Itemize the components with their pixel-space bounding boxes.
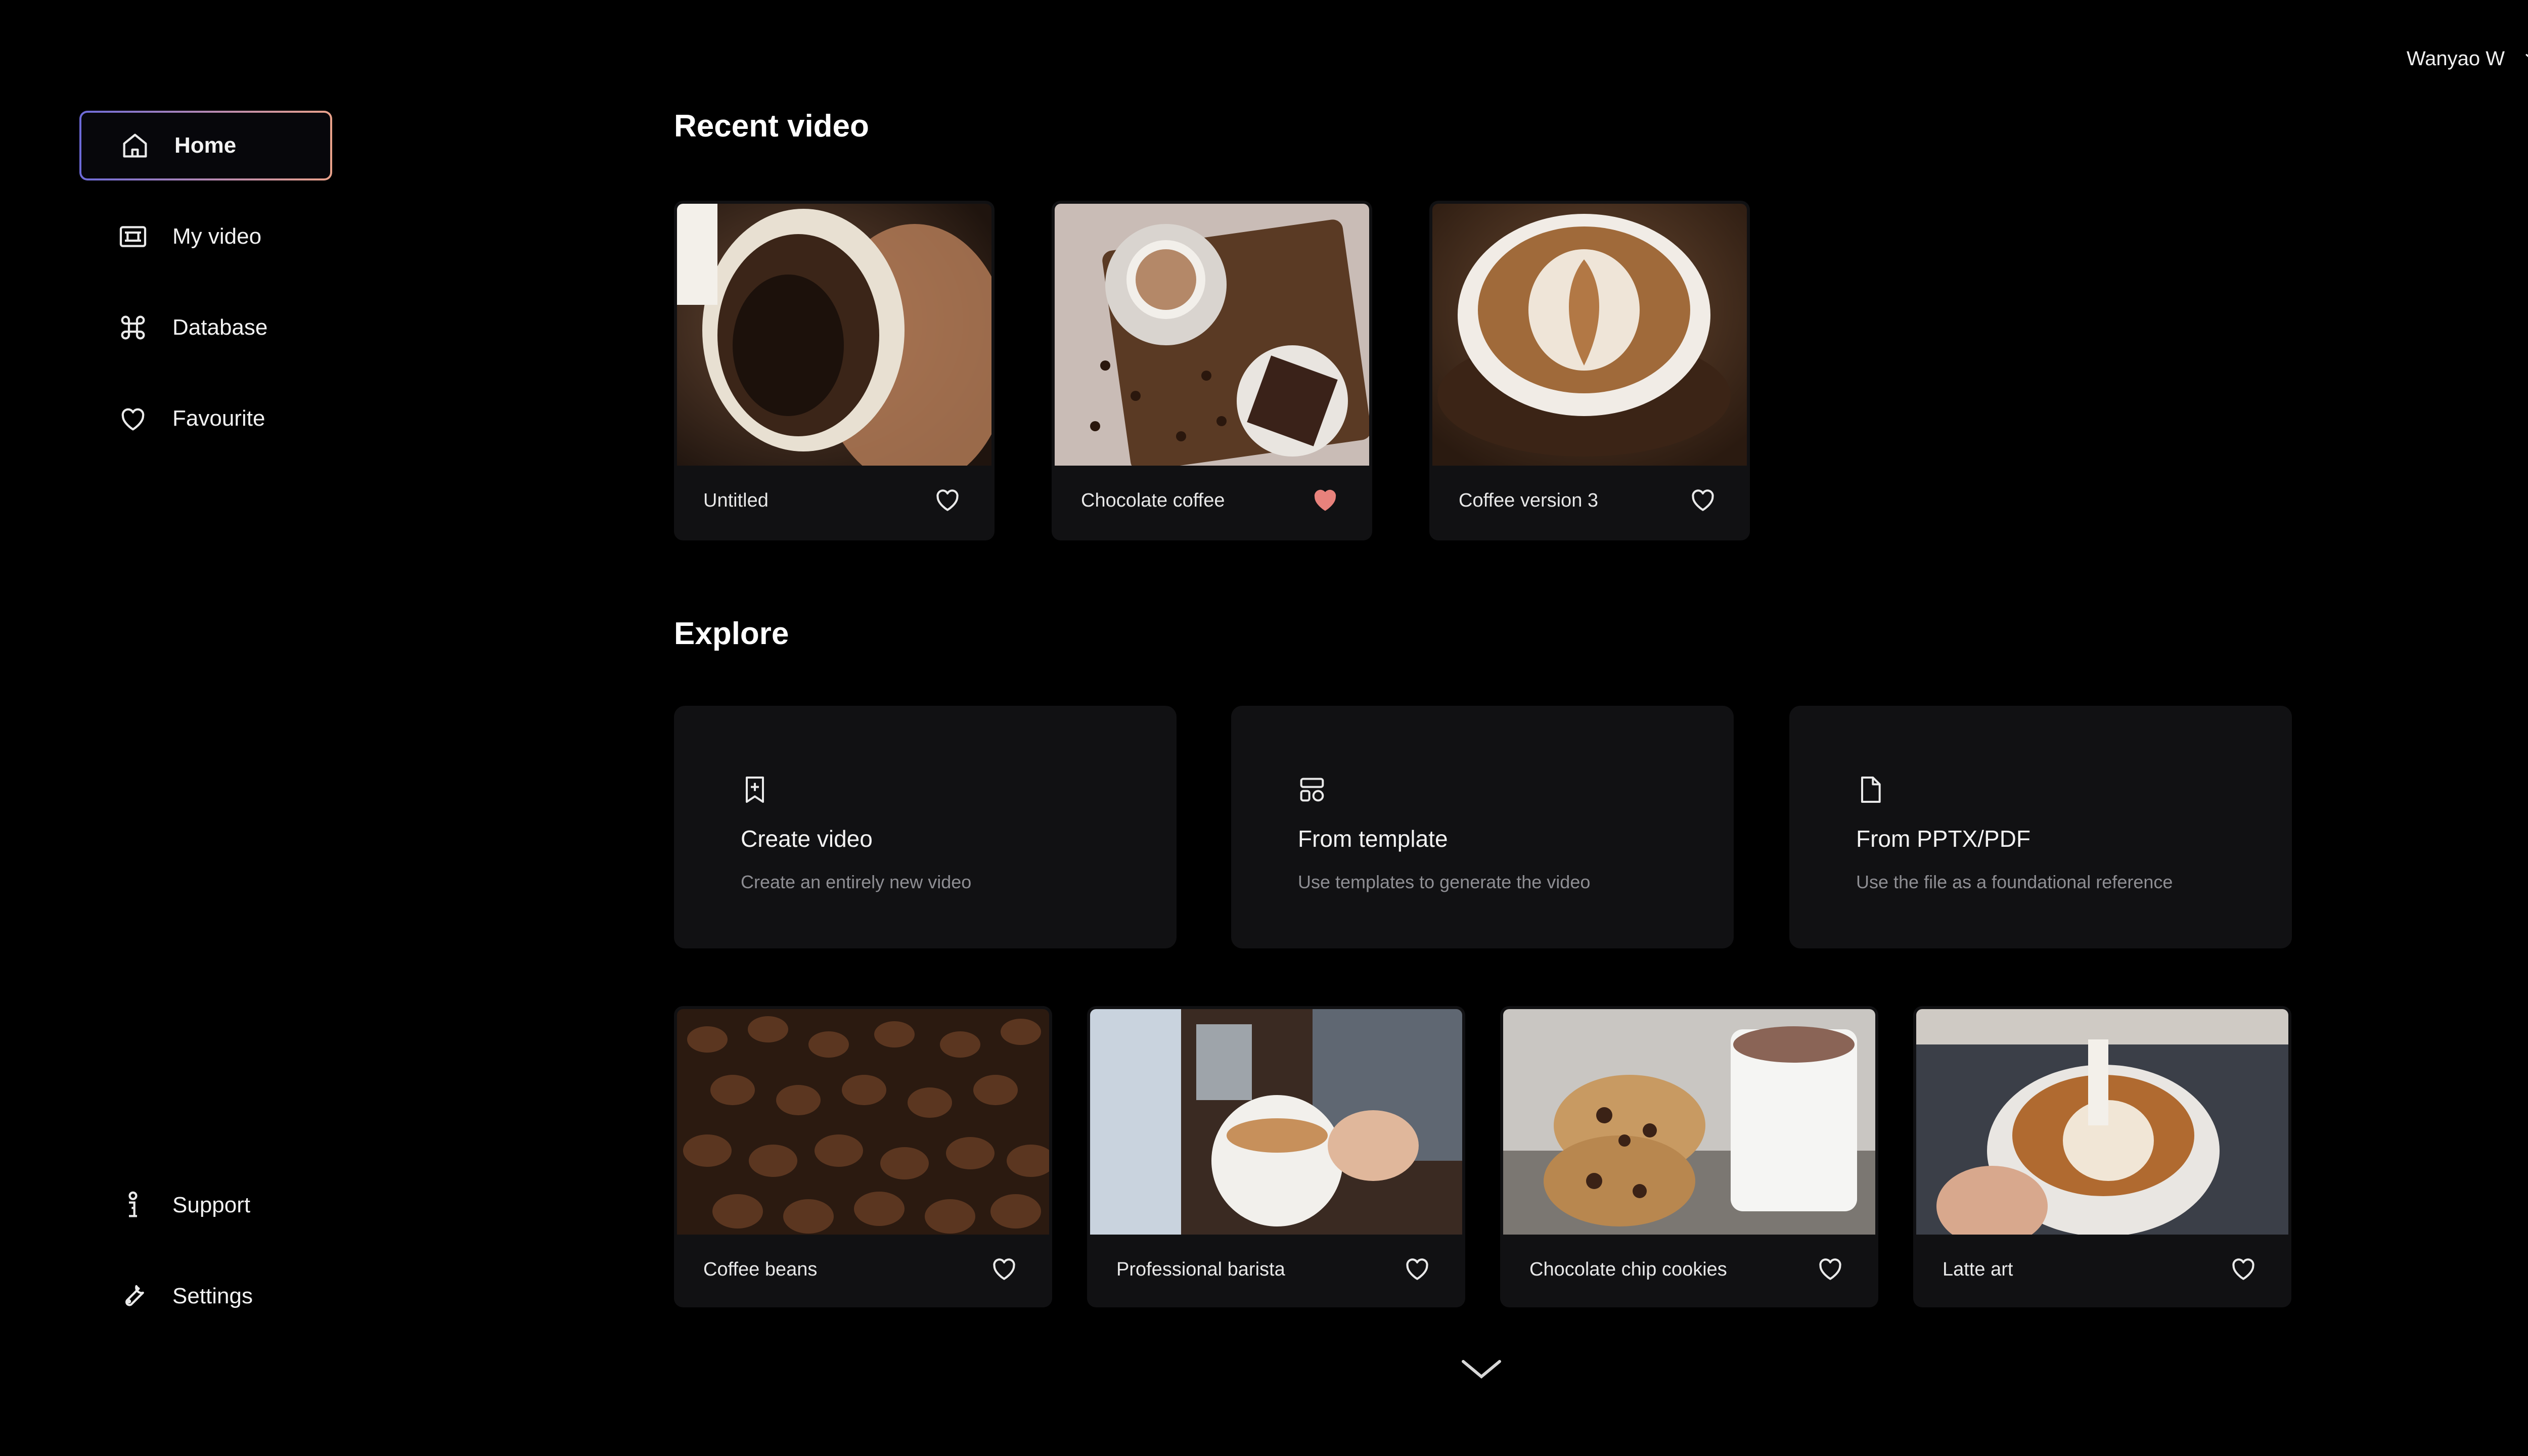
wrench-icon: [115, 1278, 151, 1314]
video-card-chocolate-coffee[interactable]: Chocolate coffee: [1052, 201, 1372, 540]
explore-title: Explore: [674, 616, 789, 651]
explore-card-coffee-beans[interactable]: Coffee beans: [674, 1006, 1052, 1307]
option-description: Create an entirely new video: [741, 872, 972, 892]
video-title: Professional barista: [1116, 1259, 1285, 1280]
from-pptx-pdf-card[interactable]: From PPTX/PDF Use the file as a foundati…: [1789, 706, 2292, 948]
user-name: Wanyao W: [2406, 47, 2505, 70]
video-title: Chocolate coffee: [1081, 490, 1225, 511]
sidebar-item-label: Home: [174, 133, 237, 158]
support-icon: [115, 1187, 151, 1223]
explore-card-professional-barista[interactable]: Professional barista: [1087, 1006, 1465, 1307]
explore-card-chocolate-chip-cookies[interactable]: Chocolate chip cookies: [1500, 1006, 1878, 1307]
favourite-button[interactable]: [1814, 1252, 1847, 1285]
video-title: Coffee version 3: [1459, 490, 1599, 511]
command-icon: [115, 309, 151, 346]
file-icon: [1854, 774, 1886, 806]
sidebar-item-favourite[interactable]: Favourite: [79, 384, 332, 453]
video-title: Chocolate chip cookies: [1529, 1259, 1727, 1280]
sidebar-item-settings[interactable]: Settings: [79, 1261, 332, 1331]
video-thumbnail: [1090, 1009, 1462, 1235]
video-title: Coffee beans: [703, 1259, 818, 1280]
favourite-button[interactable]: [987, 1252, 1021, 1285]
sidebar-item-home[interactable]: Home: [79, 111, 332, 180]
sparkle-doc-icon: [739, 774, 771, 806]
favourite-button[interactable]: [1308, 483, 1342, 516]
sidebar-item-database[interactable]: Database: [79, 293, 332, 362]
heart-filled-icon: [1314, 489, 1336, 511]
video-thumbnail: [1916, 1009, 2288, 1235]
chevron-down-icon: [2522, 47, 2528, 71]
sidebar-item-label: My video: [172, 224, 262, 249]
video-thumbnail: [677, 204, 991, 466]
video-thumbnail: [1503, 1009, 1875, 1235]
heart-icon: [115, 400, 151, 437]
option-title: From template: [1298, 826, 1448, 852]
heart-icon: [2232, 1258, 2254, 1280]
scroll-more-button[interactable]: [1457, 1351, 1506, 1387]
sidebar-item-label: Support: [172, 1193, 251, 1217]
create-video-card[interactable]: Create video Create an entirely new vide…: [674, 706, 1177, 948]
video-card-coffee-version-3[interactable]: Coffee version 3: [1429, 201, 1750, 540]
video-card-untitled[interactable]: Untitled: [674, 201, 995, 540]
user-menu[interactable]: Wanyao W: [2407, 42, 2528, 75]
sidebar-item-label: Settings: [172, 1284, 253, 1308]
sidebar-item-my-video[interactable]: My video: [79, 202, 332, 271]
sidebar-item-label: Favourite: [172, 406, 265, 431]
heart-icon: [1692, 489, 1714, 511]
video-title: Latte art: [1943, 1259, 2013, 1280]
recent-video-title: Recent video: [674, 109, 869, 144]
from-template-card[interactable]: From template Use templates to generate …: [1231, 706, 1734, 948]
favourite-button[interactable]: [931, 483, 964, 516]
explore-card-latte-art[interactable]: Latte art: [1913, 1006, 2291, 1307]
sidebar-item-support[interactable]: Support: [79, 1170, 332, 1240]
heart-icon: [1406, 1258, 1428, 1280]
sidebar-item-label: Database: [172, 315, 268, 340]
film-icon: [115, 218, 151, 255]
template-icon: [1296, 774, 1328, 806]
heart-icon: [993, 1258, 1015, 1280]
sidebar: Home My video Database Favourite Support…: [0, 0, 506, 1456]
chevron-down-icon: [1462, 1360, 1501, 1379]
option-title: From PPTX/PDF: [1856, 826, 2031, 852]
option-description: Use templates to generate the video: [1298, 872, 1591, 892]
heart-icon: [936, 489, 959, 511]
favourite-button[interactable]: [1686, 483, 1720, 516]
option-title: Create video: [741, 826, 873, 852]
home-icon: [117, 127, 153, 164]
favourite-button[interactable]: [2227, 1252, 2260, 1285]
favourite-button[interactable]: [1401, 1252, 1434, 1285]
video-thumbnail: [1432, 204, 1747, 466]
video-thumbnail: [677, 1009, 1049, 1235]
video-thumbnail: [1055, 204, 1369, 466]
option-description: Use the file as a foundational reference: [1856, 872, 2173, 892]
heart-icon: [1819, 1258, 1841, 1280]
video-title: Untitled: [703, 490, 769, 511]
